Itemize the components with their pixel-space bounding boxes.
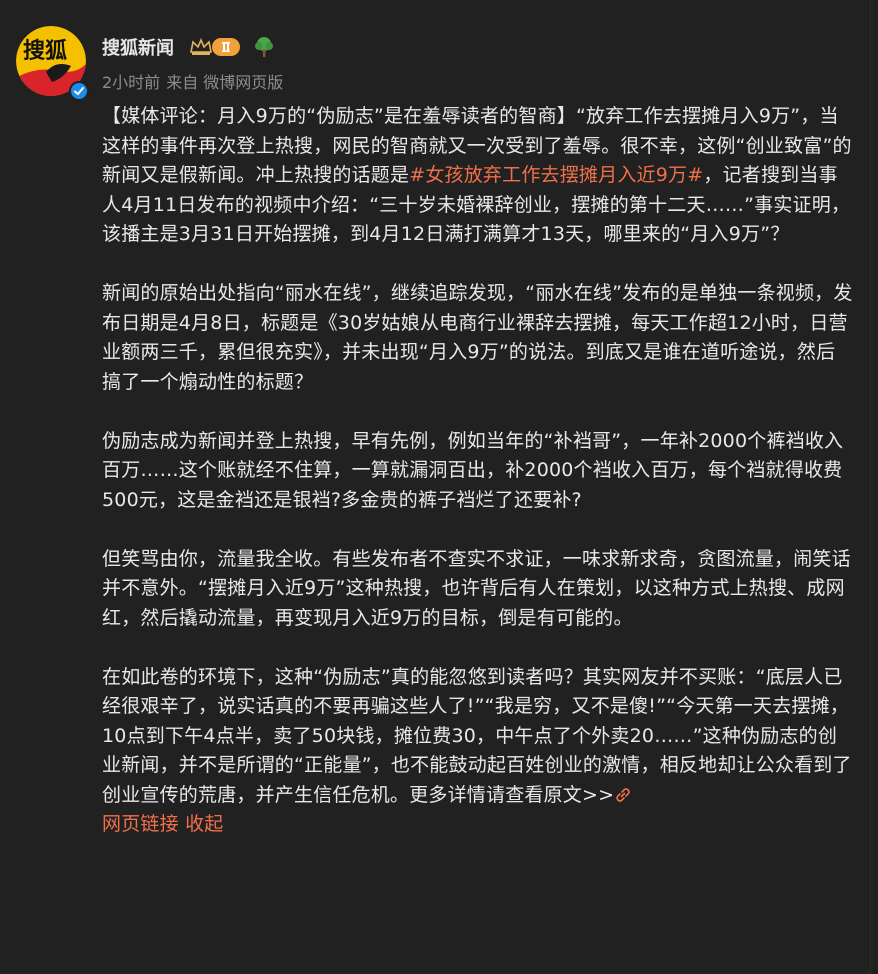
avatar-text: 搜狐 xyxy=(23,38,67,64)
tree-icon[interactable] xyxy=(252,35,276,59)
post-content: 【媒体评论：月入9万的“伪励志”是在羞辱读者的智商】“放弃工作去摆摊月入9万”，… xyxy=(102,102,854,840)
paragraph-2: 新闻的原始出处指向“丽水在线”，继续追踪发现，“丽水在线”发布的是单独一条视频，… xyxy=(102,282,853,393)
post-source: 来自 微博网页版 xyxy=(166,73,284,92)
author-name[interactable]: 搜狐新闻 xyxy=(102,34,174,60)
web-link[interactable]: 网页链接 xyxy=(102,813,179,835)
level-badge-icon[interactable] xyxy=(212,38,240,56)
post-meta: 2小时前 来自 微博网页版 xyxy=(102,69,289,93)
collapse-button[interactable]: 收起 xyxy=(185,813,223,835)
paragraph-5: 在如此卷的环境下，这种“伪励志”真的能忽悠到读者吗？其实网友并不买账：“底层人已… xyxy=(102,663,854,840)
paragraph-1: 【媒体评论：月入9万的“伪励志”是在羞辱读者的智商】“放弃工作去摆摊月入9万”，… xyxy=(102,102,854,250)
link-icon[interactable] xyxy=(614,784,632,806)
weibo-post-card: 搜狐 搜狐新闻 2小时前 来自 微博网页版 【媒体评论：月入9万的“伪励志”是在… xyxy=(0,0,871,974)
hashtag-link[interactable]: #女孩放弃工作去摆摊月入近9万# xyxy=(409,164,703,186)
post-time[interactable]: 2小时前 xyxy=(102,73,160,92)
vip-crown-icon[interactable] xyxy=(189,37,213,56)
verified-icon xyxy=(69,81,89,101)
paragraph-4: 但笑骂由你，流量我全收。有些发布者不查实不求证，一味求新求奇，贪图流量，闹笑话并… xyxy=(102,547,851,629)
paragraph-3: 伪励志成为新闻并登上热搜，早有先例，例如当年的“补裆哥”，一年补2000个裤裆收… xyxy=(102,429,844,511)
paragraph-5-text: 在如此卷的环境下，这种“伪励志”真的能忽悠到读者吗？其实网友并不买账：“底层人已… xyxy=(102,665,852,806)
